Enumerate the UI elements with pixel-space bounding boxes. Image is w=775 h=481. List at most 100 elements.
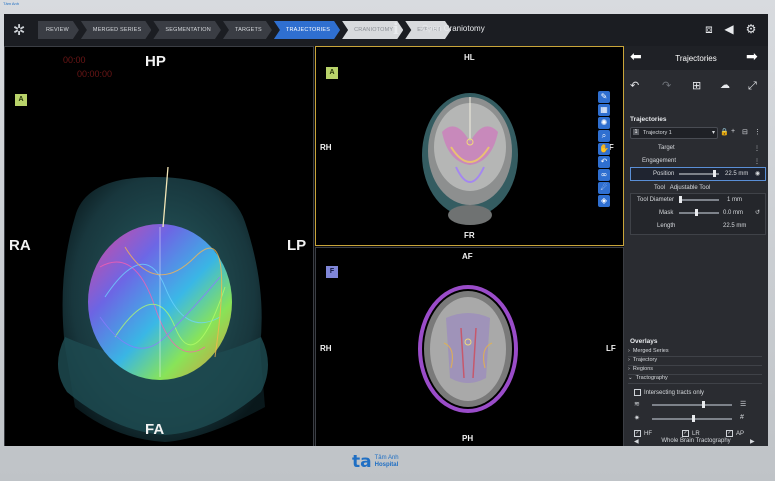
- tool-row[interactable]: Tool Adjustable Tool: [654, 185, 710, 191]
- step-merged-series[interactable]: MERGED SERIES: [81, 21, 151, 39]
- delete-icon[interactable]: ⊟: [742, 128, 748, 136]
- pan-hand-icon[interactable]: ✋: [598, 143, 610, 155]
- mask-handle[interactable]: [695, 209, 698, 216]
- tool-diameter-value: 1 mm: [727, 197, 742, 203]
- brightness-icon[interactable]: ✺: [598, 117, 610, 129]
- mask-slider[interactable]: [679, 212, 719, 214]
- intersecting-tracts-checkbox[interactable]: Intersecting tracts only: [634, 389, 704, 396]
- spark-icon: ✷: [634, 415, 640, 422]
- layout-grid-icon[interactable]: ⊞: [692, 79, 701, 92]
- coronal-mri: [422, 93, 518, 225]
- checkbox-lr[interactable]: ✓ LR: [682, 430, 700, 437]
- position-slider-handle[interactable]: [713, 170, 716, 177]
- overlay-item-label: Regions: [632, 366, 654, 372]
- orient-left: RH: [320, 143, 332, 152]
- target-label[interactable]: Target: [658, 145, 675, 151]
- tool-params-box: Tool Diameter 1 mm Mask 0.0 mm ↺ Length …: [630, 193, 766, 235]
- target-circle-icon[interactable]: ◉: [755, 170, 760, 177]
- undo-icon[interactable]: ↶: [598, 156, 610, 168]
- orient-right: LF: [606, 344, 616, 353]
- step-trajectories[interactable]: TRAJECTORIES: [274, 21, 340, 39]
- viewport-coronal[interactable]: A HL FR RH LF ✎ ▦ ✺ ⌕ ✋ ↶ ∞ ☄ ◈: [315, 46, 624, 246]
- link-icon[interactable]: ∞: [598, 169, 610, 181]
- tract-density-slider[interactable]: [652, 404, 732, 406]
- view-badge: F: [326, 266, 338, 278]
- step-targets[interactable]: TARGETS: [223, 21, 272, 39]
- undo-icon[interactable]: ↶: [630, 79, 639, 92]
- intersecting-label: Intersecting tracts only: [644, 390, 705, 397]
- chevron-down-icon: ▾: [711, 130, 715, 136]
- step-segmentation[interactable]: SEGMENTATION: [153, 21, 221, 39]
- tractography-selector[interactable]: ◀ Whole Brain Tractography ▶: [624, 438, 768, 446]
- orient-bottom: PH: [462, 434, 474, 443]
- viewport-axial[interactable]: F AF PH RH LF: [315, 247, 624, 446]
- logo-line1: Tâm Anh: [374, 455, 399, 461]
- overlay-red-line1: 00:00: [63, 55, 86, 65]
- orient-top: HP: [145, 53, 166, 70]
- view-badge: A: [15, 94, 27, 106]
- trajectory-select[interactable]: 1 Trajectory 1 ▾: [630, 127, 718, 139]
- hash-icon[interactable]: #: [740, 414, 744, 421]
- settings-icon[interactable]: ⚙: [744, 22, 758, 36]
- cube-icon[interactable]: ◈: [598, 195, 610, 207]
- workflow-steps: REVIEW MERGED SERIES SEGMENTATION TARGET…: [38, 21, 453, 39]
- speaker-icon[interactable]: ◀: [722, 22, 736, 36]
- camera-icon[interactable]: ⧈: [702, 22, 716, 36]
- target-menu-icon[interactable]: ⋮: [754, 145, 760, 152]
- lock-icon[interactable]: 🔒: [720, 128, 729, 136]
- tool-label: Tool: [654, 185, 666, 191]
- mask-label: Mask: [659, 210, 674, 216]
- tool-value: Adjustable Tool: [669, 185, 711, 191]
- logo-line2: Hospital: [374, 462, 399, 468]
- list-icon[interactable]: ☰: [740, 400, 746, 408]
- step-review[interactable]: REVIEW: [38, 21, 79, 39]
- fit-screen-icon[interactable]: ⤢: [748, 79, 757, 93]
- more-icon[interactable]: ⋮: [754, 128, 761, 136]
- 3d-brain-render: [57, 166, 268, 442]
- tool-diameter-handle[interactable]: [679, 196, 682, 203]
- viewport-3d[interactable]: A 00:00 00:00:00 HP FA RA LP: [4, 46, 314, 446]
- checkbox-box: [634, 389, 641, 396]
- orient-left: RH: [320, 344, 332, 353]
- trajectories-section-title: Trajectories: [630, 116, 667, 123]
- engagement-label[interactable]: Engagement: [642, 158, 676, 164]
- axial-mri: [418, 285, 518, 413]
- orient-bottom: FA: [145, 421, 165, 438]
- redo-icon[interactable]: ↷: [662, 79, 671, 92]
- selector-value: Whole Brain Tractography: [661, 438, 731, 444]
- position-value: 22.5 mm: [725, 171, 749, 177]
- length-value: 22.5 mm: [723, 223, 747, 229]
- add-icon[interactable]: +: [731, 128, 735, 135]
- engagement-menu-icon[interactable]: ⋮: [754, 158, 760, 165]
- grid-icon[interactable]: ▦: [598, 104, 610, 116]
- overlay-red-line2: 00:00:00: [77, 69, 113, 79]
- corner-logo-text: Tâm Anh: [3, 1, 20, 6]
- checkbox-ap[interactable]: ✓ AP: [726, 430, 744, 437]
- pencil-icon[interactable]: ✎: [598, 91, 610, 103]
- overlay-item-label: Trajectory: [632, 357, 658, 363]
- overlay-tractography[interactable]: ⌄ Tractography: [628, 375, 762, 384]
- next-arrow-icon[interactable]: ▶: [750, 438, 755, 445]
- zoom-icon[interactable]: ⌕: [598, 130, 610, 142]
- overlay-item-label: Tractography: [635, 375, 668, 381]
- trajectory-select-value: Trajectory 1: [643, 130, 672, 136]
- ap-label: AP: [736, 431, 745, 438]
- reset-icon[interactable]: ↺: [755, 209, 760, 216]
- overlay-trajectory[interactable]: › Trajectory: [628, 357, 762, 366]
- overlay-regions[interactable]: › Regions: [628, 366, 762, 375]
- brain-view-icon[interactable]: ☁: [720, 80, 730, 91]
- lr-label: LR: [692, 431, 700, 438]
- tool-diameter-slider[interactable]: [679, 199, 719, 201]
- forward-arrow-icon[interactable]: ➡: [746, 49, 758, 65]
- tract-length-handle[interactable]: [692, 415, 695, 422]
- overlay-merged-series[interactable]: › Merged Series: [628, 348, 762, 357]
- panel-header: ⬅ Trajectories ➡: [624, 46, 768, 70]
- checkbox-hf[interactable]: ✓ HF: [634, 430, 652, 437]
- overlay-item-label: Merged Series: [632, 348, 669, 354]
- hf-label: HF: [644, 431, 652, 438]
- length-label: Length: [657, 223, 676, 229]
- info-icon[interactable]: i: [393, 20, 399, 38]
- tract-density-handle[interactable]: [701, 401, 705, 408]
- flashlight-icon[interactable]: ☄: [598, 182, 610, 194]
- hospital-logo: ta Tâm Anh Hospital: [352, 452, 399, 472]
